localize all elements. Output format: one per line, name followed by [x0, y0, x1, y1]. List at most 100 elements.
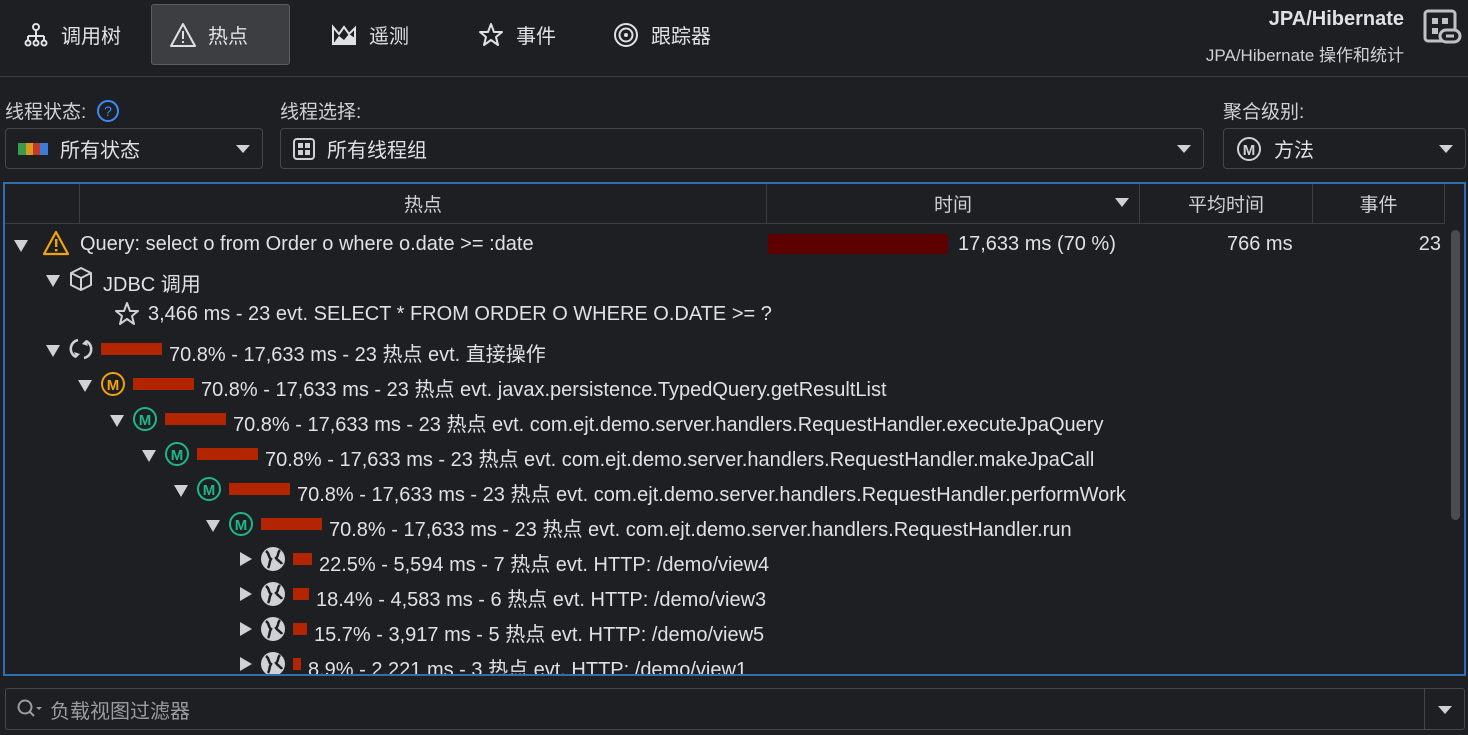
method-green-icon: M [132, 406, 158, 432]
row-label: 70.8% - 17,633 ms - 23 热点 evt. com.ejt.d… [233, 414, 1104, 436]
expand-arrow-icon[interactable] [240, 587, 252, 601]
percentage-bar [293, 623, 307, 635]
table-row[interactable]: JDBC 调用 [5, 261, 1445, 296]
table-row[interactable]: 22.5% - 5,594 ms - 7 热点 evt. HTTP: /demo… [5, 541, 1445, 576]
search-icon [17, 699, 42, 717]
thread-state-select[interactable]: 所有状态 [5, 128, 263, 169]
time-value: 17,633 ms (70 %) [958, 233, 1116, 255]
thread-group-icon [293, 137, 315, 160]
header-title: JPA/Hibernate [1268, 8, 1404, 30]
aggregation-select[interactable]: M 方法 [1223, 128, 1466, 169]
globe-icon [260, 616, 286, 642]
column-header-avg-time[interactable]: 平均时间 [1140, 184, 1313, 224]
collapse-arrow-icon[interactable] [14, 240, 28, 252]
row-label: 8.9% - 2,221 ms - 3 热点 evt. HTTP: /demo/… [308, 659, 748, 676]
percentage-bar [293, 658, 301, 670]
table-row[interactable]: 8.9% - 2,221 ms - 3 热点 evt. HTTP: /demo/… [5, 646, 1445, 676]
percentage-bar [197, 448, 258, 460]
expand-arrow-icon[interactable] [240, 552, 252, 566]
row-label: 15.7% - 3,917 ms - 5 热点 evt. HTTP: /demo… [314, 624, 765, 646]
help-icon[interactable]: ? [96, 99, 120, 123]
collapse-arrow-icon[interactable] [110, 415, 124, 427]
filter-history-dropdown[interactable] [1424, 689, 1464, 729]
thread-select[interactable]: 所有线程组 [280, 128, 1204, 169]
tab-call-tree[interactable]: 调用树 [5, 4, 139, 65]
row-label: 70.8% - 17,633 ms - 23 热点 evt. com.ejt.d… [297, 484, 1126, 506]
table-row[interactable]: 15.7% - 3,917 ms - 5 热点 evt. HTTP: /demo… [5, 611, 1445, 646]
probe-link-icon[interactable] [1422, 8, 1462, 48]
collapse-arrow-icon[interactable] [142, 450, 156, 462]
table-row[interactable]: 70.8% - 17,633 ms - 23 热点 evt. 直接操作 [5, 331, 1445, 366]
row-label: JDBC 调用 [103, 274, 201, 296]
percentage-bar [293, 588, 309, 600]
column-header-hotspot[interactable]: 热点 [80, 184, 767, 224]
view-filter-input[interactable]: 负载视图过滤器 [5, 688, 1465, 730]
row-label: 70.8% - 17,633 ms - 23 热点 evt. com.ejt.d… [265, 449, 1095, 471]
aggregation-value: 方法 [1274, 140, 1314, 162]
table-row-query[interactable]: Query: select o from Order o where o.dat… [5, 226, 1445, 261]
divider [0, 76, 1468, 77]
tab-label: 热点 [208, 26, 248, 48]
collapse-arrow-icon[interactable] [46, 275, 60, 287]
table-row[interactable]: 3,466 ms - 23 evt. SELECT * FROM ORDER O… [5, 296, 1445, 331]
thread-select-value: 所有线程组 [327, 140, 427, 162]
method-orange-icon: M [100, 371, 126, 397]
tab-label: 调用树 [61, 26, 121, 48]
collapse-arrow-icon[interactable] [174, 485, 188, 497]
percentage-bar [101, 343, 162, 355]
tab-label: 跟踪器 [651, 26, 711, 48]
svg-text:M: M [203, 482, 216, 499]
tab-telemetry[interactable]: 遥测 [313, 4, 427, 65]
table-row[interactable]: 18.4% - 4,583 ms - 6 热点 evt. HTTP: /demo… [5, 576, 1445, 611]
thread-state-label: 线程状态: ? [5, 97, 120, 124]
table-row[interactable]: M 70.8% - 17,633 ms - 23 热点 evt. com.ejt.… [5, 401, 1445, 436]
svg-text:M: M [107, 377, 120, 394]
tab-warning[interactable]: 热点 [151, 4, 290, 65]
warning-icon [43, 230, 69, 256]
globe-icon [260, 581, 286, 607]
table-row[interactable]: M 70.8% - 17,633 ms - 23 热点 evt. javax.pe… [5, 366, 1445, 401]
aggregation-label: 聚合级别: [1223, 102, 1305, 123]
method-green-icon: M [228, 511, 254, 537]
percentage-bar [133, 378, 194, 390]
tab-label: 事件 [516, 26, 556, 48]
row-label: 3,466 ms - 23 evt. SELECT * FROM ORDER O… [148, 303, 772, 325]
percentage-bar [261, 518, 322, 530]
row-label: 70.8% - 17,633 ms - 23 热点 evt. 直接操作 [169, 344, 546, 366]
globe-icon [260, 651, 286, 674]
avg-time-value: 766 ms [1227, 233, 1293, 255]
svg-text:M: M [235, 517, 248, 534]
tab-tracker[interactable]: 跟踪器 [595, 4, 729, 65]
star-icon [478, 22, 504, 48]
column-header-events[interactable]: 事件 [1313, 184, 1445, 224]
tab-star[interactable]: 事件 [460, 4, 574, 65]
row-label: 70.8% - 17,633 ms - 23 热点 evt. com.ejt.d… [329, 519, 1072, 541]
method-green-icon: M [164, 441, 190, 467]
table-row[interactable]: M 70.8% - 17,633 ms - 23 热点 evt. com.ejt.… [5, 436, 1445, 471]
tab-label: 遥测 [369, 26, 409, 48]
expand-arrow-icon[interactable] [240, 622, 252, 636]
filter-placeholder: 负载视图过滤器 [50, 700, 190, 723]
package-icon [68, 266, 94, 292]
expand-arrow-icon[interactable] [240, 657, 252, 671]
refresh-icon [68, 336, 94, 362]
percentage-bar [229, 483, 290, 495]
table-row[interactable]: M 70.8% - 17,633 ms - 23 热点 evt. com.ejt.… [5, 471, 1445, 506]
vertical-scrollbar[interactable] [1451, 230, 1460, 520]
collapse-arrow-icon[interactable] [206, 520, 220, 532]
table-row[interactable]: M 70.8% - 17,633 ms - 23 热点 evt. com.ejt.… [5, 506, 1445, 541]
percentage-bar [165, 413, 226, 425]
method-icon: M [1237, 136, 1261, 161]
thread-select-label: 线程选择: [280, 102, 362, 123]
telemetry-icon [331, 22, 357, 48]
percentage-bar [293, 553, 312, 565]
column-header-time[interactable]: 时间 [767, 184, 1140, 224]
collapse-arrow-icon[interactable] [46, 345, 60, 357]
header-subtitle: JPA/Hibernate 操作和统计 [1205, 46, 1404, 65]
sort-desc-icon [1115, 198, 1129, 207]
call-tree-icon [23, 22, 49, 48]
collapse-arrow-icon[interactable] [78, 380, 92, 392]
row-label: 18.4% - 4,583 ms - 6 热点 evt. HTTP: /demo… [316, 589, 767, 611]
column-header-time-label: 时间 [933, 195, 972, 216]
thread-state-colors-icon [18, 142, 48, 155]
